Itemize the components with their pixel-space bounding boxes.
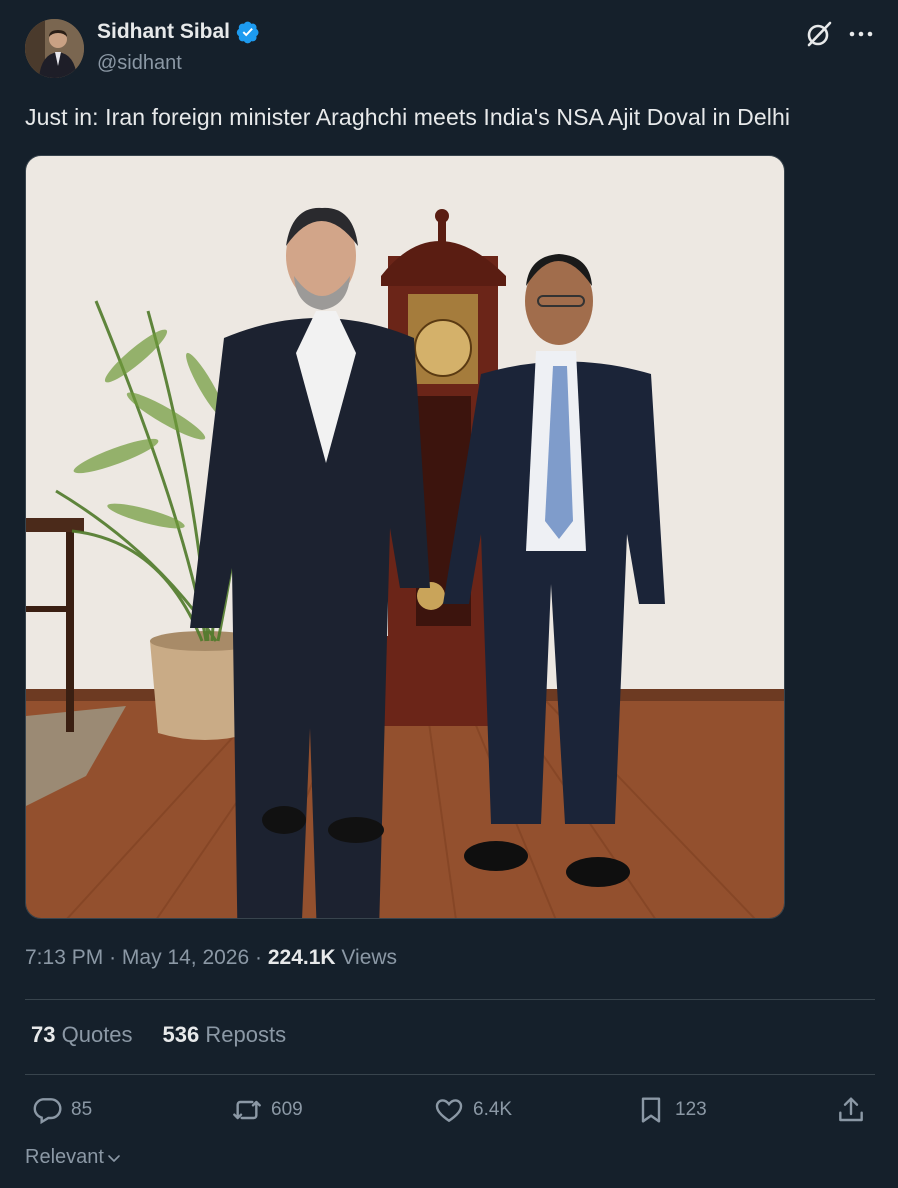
views-count: 224.1K (267, 946, 336, 969)
verified-badge-icon (236, 21, 259, 44)
repost-button[interactable]: 609 (231, 1094, 303, 1126)
reposts-link[interactable]: 536 Reposts (163, 1022, 287, 1048)
tweet-date[interactable]: May 14, 2026 (122, 946, 249, 969)
divider (25, 999, 875, 1000)
reply-count: 85 (71, 1099, 93, 1120)
tweet-photo[interactable] (25, 155, 785, 919)
author-name-row[interactable]: Sidhant Sibal (97, 20, 260, 44)
views-label: Views (341, 946, 398, 969)
reply-button[interactable]: 85 (31, 1094, 92, 1126)
like-icon (435, 1099, 463, 1123)
tweet-text: Just in: Iran foreign minister Araghchi … (25, 104, 791, 130)
author-handle[interactable]: @sidhant (97, 52, 182, 75)
quotes-count: 73 (31, 1022, 56, 1047)
sort-label: Relevant (25, 1146, 104, 1168)
meta-separator: · (109, 946, 117, 969)
like-count: 6.4K (473, 1099, 513, 1120)
reposts-count: 536 (162, 1022, 200, 1047)
reply-icon (33, 1098, 62, 1125)
chevron-down-icon (108, 1154, 120, 1162)
meta-separator-2: · (255, 946, 263, 969)
more-icon[interactable] (848, 23, 874, 45)
avatar[interactable] (25, 19, 84, 78)
avatar-image (25, 19, 84, 78)
quotes-link[interactable]: 73 Quotes (31, 1022, 133, 1048)
bookmark-button[interactable]: 123 (635, 1094, 707, 1126)
author-name[interactable]: Sidhant Sibal (97, 20, 230, 44)
tweet-meta: 7:13 PM · May 14, 2026 · 224.1K Views (25, 946, 397, 970)
share-icon (839, 1097, 863, 1122)
reposts-label: Reposts (205, 1022, 287, 1047)
bookmark-icon (641, 1097, 661, 1123)
quotes-label: Quotes (61, 1022, 133, 1047)
divider (25, 1074, 875, 1075)
grok-icon[interactable] (804, 19, 834, 49)
bookmark-count: 123 (675, 1099, 707, 1120)
tweet-time[interactable]: 7:13 PM (25, 946, 103, 969)
sort-replies-dropdown[interactable]: Relevant (25, 1146, 122, 1169)
repost-icon (233, 1100, 261, 1120)
photo-scene (26, 156, 784, 918)
like-button[interactable]: 6.4K (433, 1094, 512, 1126)
engagement-stats: 73 Quotes 536 Reposts (31, 1022, 286, 1048)
share-button[interactable] (835, 1094, 867, 1126)
repost-count: 609 (271, 1099, 303, 1120)
